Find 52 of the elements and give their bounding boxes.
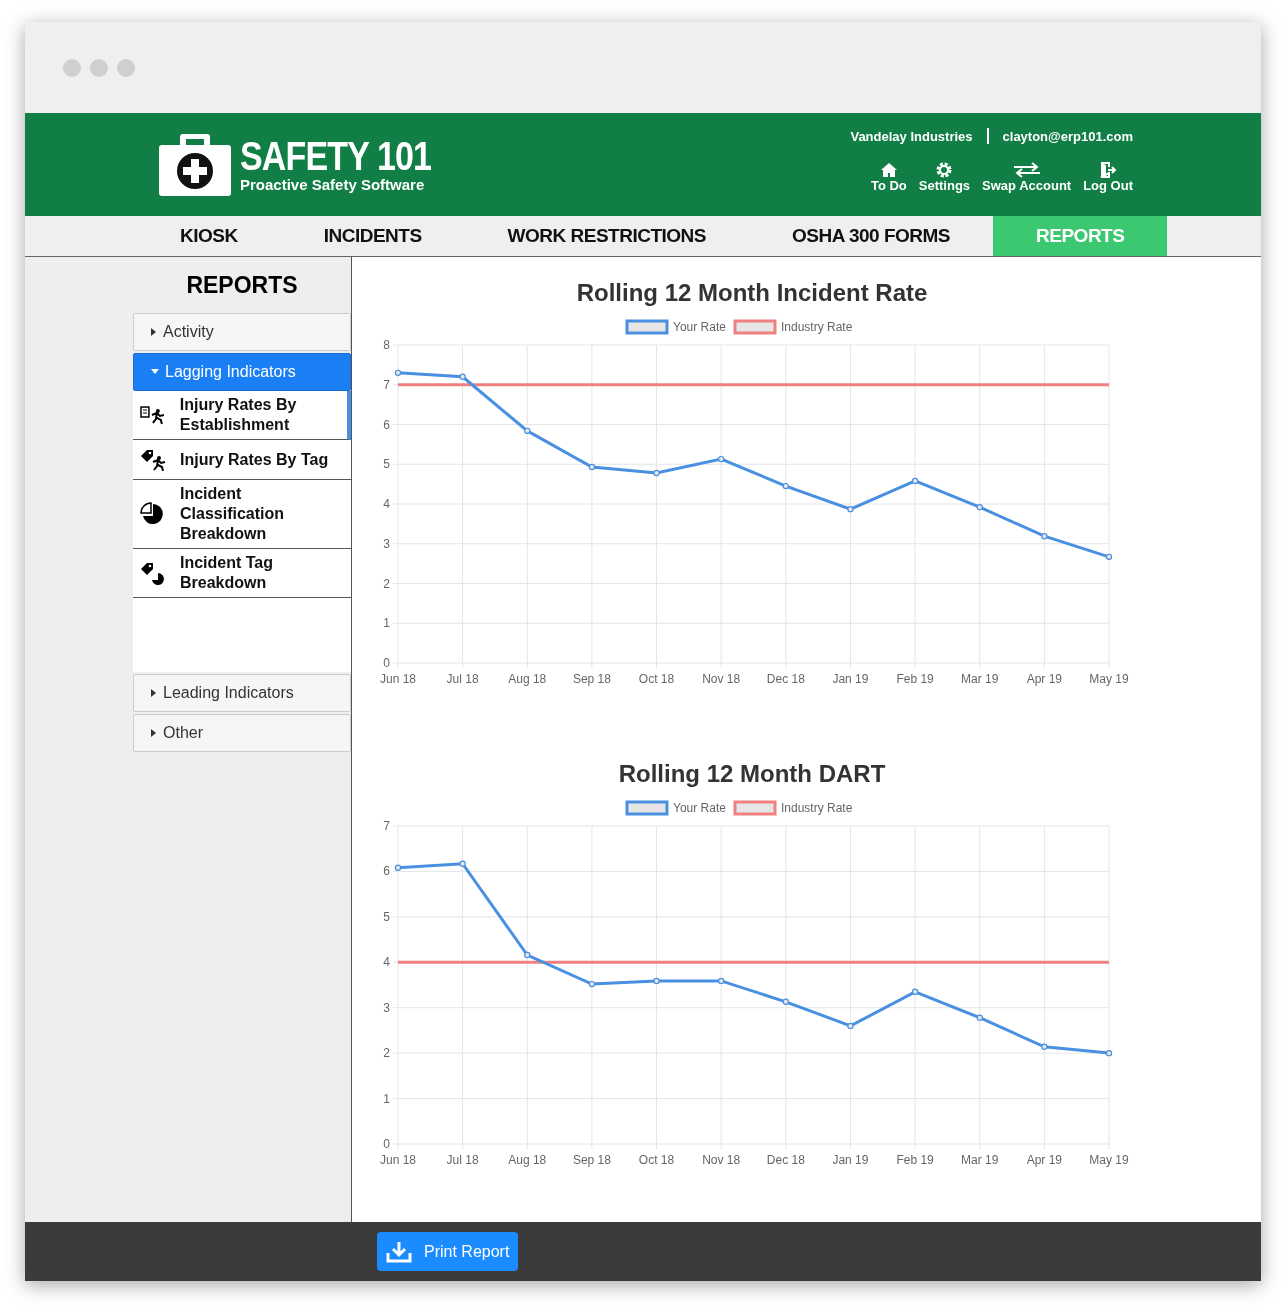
- legend-label: Industry Rate: [781, 801, 853, 815]
- company-name: Vandelay Industries: [850, 128, 973, 144]
- chart-title: Rolling 12 Month Incident Rate: [575, 279, 929, 307]
- x-tick-label: Nov 18: [702, 1153, 741, 1167]
- user-email: clayton@erp101.com: [1002, 128, 1133, 144]
- x-tick-label: Apr 19: [1026, 1153, 1063, 1167]
- y-tick-label: 1: [383, 1091, 390, 1106]
- y-tick-label: 4: [383, 955, 390, 970]
- y-tick-label: 2: [383, 1046, 390, 1061]
- y-tick-label: 1: [383, 616, 390, 631]
- x-tick-label: Jan 19: [832, 672, 869, 686]
- x-tick-label: Jul 18: [446, 1153, 479, 1167]
- chart-title: Rolling 12 Month DART: [617, 760, 887, 788]
- y-tick-label: 7: [383, 819, 390, 833]
- logo-subtitle: Proactive Safety Software: [240, 176, 426, 193]
- x-tick-label: Sep 18: [572, 672, 611, 686]
- x-tick-label: Mar 19: [961, 672, 999, 686]
- x-tick-label: Jul 18: [446, 672, 479, 686]
- y-tick-label: 5: [383, 457, 390, 472]
- y-tick-label: 6: [383, 864, 390, 879]
- x-tick-label: Dec 18: [766, 672, 805, 686]
- x-tick-label: Feb 19: [896, 1153, 934, 1167]
- y-tick-label: 3: [383, 1000, 390, 1015]
- x-tick-label: Dec 18: [766, 1153, 805, 1167]
- y-tick-label: 0: [383, 656, 390, 670]
- x-tick-label: Oct 18: [638, 672, 675, 686]
- sidebar-title: REPORTS: [185, 271, 299, 300]
- x-tick-label: Sep 18: [572, 1153, 611, 1167]
- x-tick-label: May 19: [1089, 672, 1129, 686]
- x-tick-label: Apr 19: [1026, 672, 1063, 686]
- legend-label: Your Rate: [673, 801, 726, 815]
- logo-title: SAFETY 101: [240, 136, 432, 176]
- y-tick-label: 2: [383, 576, 390, 591]
- y-tick-label: 6: [383, 417, 390, 432]
- x-tick-label: Aug 18: [508, 1153, 547, 1167]
- x-tick-label: Nov 18: [702, 672, 741, 686]
- x-tick-label: Feb 19: [896, 672, 934, 686]
- x-tick-label: Aug 18: [508, 672, 547, 686]
- x-tick-label: Mar 19: [961, 1153, 999, 1167]
- x-tick-label: May 19: [1089, 1153, 1129, 1167]
- legend-label: Industry Rate: [781, 320, 853, 334]
- x-tick-label: Oct 18: [638, 1153, 675, 1167]
- y-tick-label: 3: [383, 536, 390, 551]
- x-tick-label: Jun 18: [380, 672, 416, 686]
- y-tick-label: 7: [383, 377, 390, 392]
- y-tick-label: 8: [383, 338, 390, 352]
- y-tick-label: 0: [383, 1137, 390, 1151]
- y-tick-label: 5: [383, 909, 390, 924]
- x-tick-label: Jan 19: [832, 1153, 869, 1167]
- y-tick-label: 4: [383, 497, 390, 511]
- x-tick-label: Jun 18: [380, 1153, 416, 1167]
- legend-label: Your Rate: [673, 320, 726, 334]
